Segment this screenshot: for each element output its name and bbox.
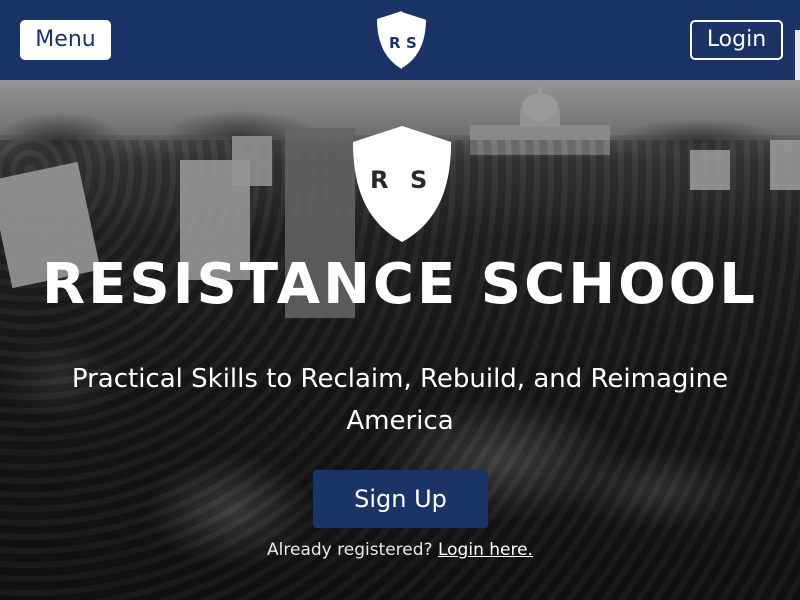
login-here-link[interactable]: Login here. <box>438 540 533 560</box>
shield-logo-icon[interactable]: R S <box>375 9 429 71</box>
menu-button[interactable]: Menu <box>20 20 111 60</box>
shield-logo-icon: R S <box>353 126 451 242</box>
scrollbar-edge <box>795 30 800 80</box>
site-header: Menu R S Login <box>0 0 800 80</box>
header-logo-letter-s: S <box>406 34 417 52</box>
hero-logo-letter-s: S <box>410 166 427 194</box>
hero-title: RESISTANCE SCHOOL <box>42 252 758 317</box>
login-button[interactable]: Login <box>690 20 783 60</box>
hero-section: R S RESISTANCE SCHOOL Practical Skills t… <box>0 80 800 600</box>
header-logo-letter-r: R <box>389 34 401 52</box>
page: Menu R S Login R S RESISTANCE SCHOOL Pra… <box>0 0 800 600</box>
already-registered-line: Already registered? Login here. <box>0 538 800 562</box>
hero-subtitle: Practical Skills to Reclaim, Rebuild, an… <box>71 364 729 436</box>
sign-up-button[interactable]: Sign Up <box>313 470 488 528</box>
hero-logo-letter-r: R <box>370 166 388 194</box>
already-registered-text: Already registered? <box>267 540 433 560</box>
